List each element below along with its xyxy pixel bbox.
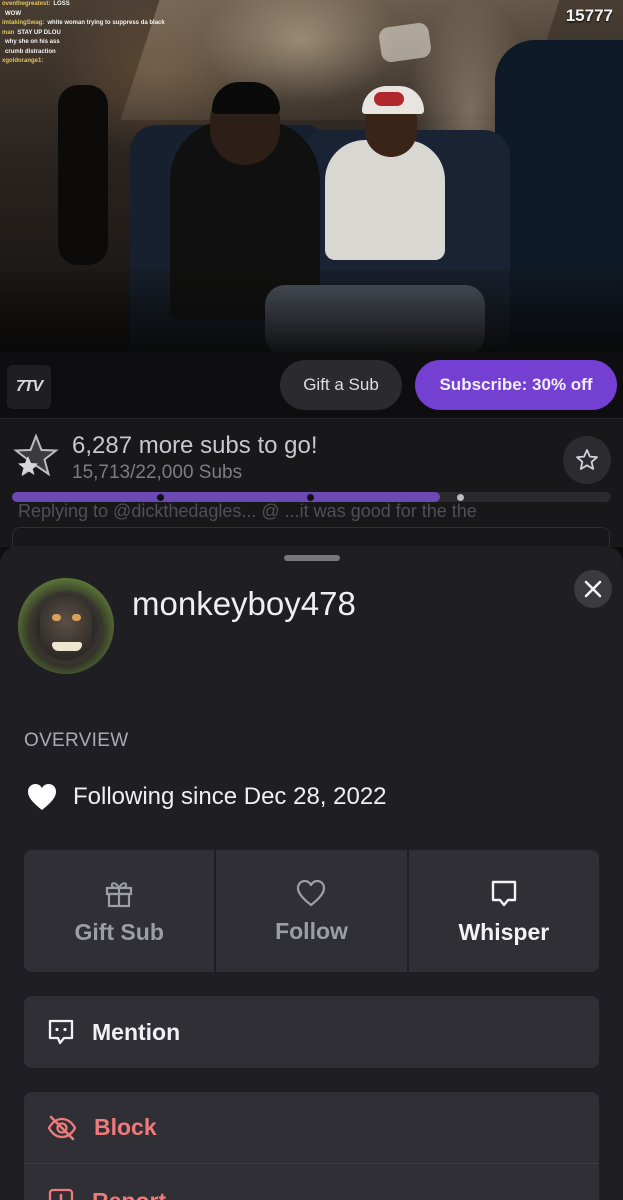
video-person-right	[325, 140, 445, 260]
following-since-text: Following since Dec 28, 2022	[73, 783, 387, 810]
whisper-icon	[491, 880, 517, 906]
mention-label: Mention	[92, 1018, 181, 1045]
chat-line: oventhegreatest: LOSS	[2, 0, 192, 10]
sub-goal-star-icon	[13, 433, 59, 477]
viewer-count: 15777	[565, 6, 613, 25]
avatar-teeth	[52, 642, 82, 651]
chat-line: man STAY UP DLOU	[2, 29, 192, 39]
follow-label: Follow	[275, 917, 348, 944]
avatar[interactable]	[18, 578, 114, 674]
gift-sub-label: Gift Sub	[74, 918, 164, 945]
chat-overlay: oventhegreatest: LOSS WOW imtakingSwag: wh…	[2, 0, 192, 67]
sub-goal-title: 6,287 more subs to go!	[72, 432, 318, 459]
chat-username: man	[2, 29, 15, 36]
sub-goal-progress-text: 15,713/22,000 Subs	[72, 462, 243, 483]
eye-slash-icon	[47, 1115, 77, 1140]
chat-message: why she on his ass	[5, 39, 60, 45]
sub-goal-milestone	[457, 493, 464, 501]
sub-goal-progress-fill	[12, 492, 440, 502]
follow-button[interactable]: Follow	[216, 850, 407, 972]
avatar-eye	[52, 614, 61, 621]
subscribe-button[interactable]: Subscribe: 30% off	[415, 360, 617, 410]
star-outline-icon	[576, 449, 598, 470]
moderation-actions: Block Report	[24, 1092, 599, 1200]
chat-message: white woman trying to suppress da black	[47, 20, 165, 26]
gift-a-sub-button[interactable]: Gift a Sub	[280, 360, 402, 410]
video-cabin-window	[377, 21, 433, 64]
sub-goal-milestone	[307, 494, 314, 501]
sheet-drag-handle[interactable]	[284, 555, 340, 561]
chat-message: crumb distraction	[5, 48, 56, 55]
profile-actions: Gift Sub Follow Whisper	[24, 850, 599, 972]
report-button[interactable]: Report	[24, 1165, 599, 1200]
block-button[interactable]: Block	[24, 1092, 599, 1164]
overview-heading: OVERVIEW	[24, 730, 129, 751]
sub-goal-favorite-button[interactable]	[563, 436, 611, 484]
block-label: Block	[94, 1114, 157, 1140]
report-label: Report	[92, 1188, 166, 1200]
chat-reply-strip: Replying to @dickthedagles... @ ...it wa…	[0, 503, 623, 547]
video-floor-shadow	[0, 270, 623, 352]
whisper-button[interactable]: Whisper	[408, 850, 599, 972]
extension-7tv-icon[interactable]: 7TV	[7, 365, 51, 409]
sub-goal-milestone	[157, 494, 164, 501]
gift-sub-button[interactable]: Gift Sub	[24, 850, 215, 972]
chat-line: crumb distraction	[2, 48, 192, 58]
chat-line: why she on his ass	[2, 38, 192, 48]
whisper-label: Whisper	[458, 918, 550, 945]
close-button[interactable]	[574, 570, 612, 608]
profile-username: monkeyboy478	[132, 585, 356, 622]
chat-message: STAY UP DLOU	[17, 29, 61, 36]
chat-line: WOW	[2, 10, 192, 20]
close-icon	[584, 580, 602, 598]
chat-line: xgoldorange1:	[2, 57, 192, 67]
video-player[interactable]: oventhegreatest: LOSS WOW imtakingSwag: wh…	[0, 0, 623, 352]
avatar-eye	[72, 614, 81, 621]
chat-username: xgoldorange1:	[2, 58, 44, 64]
chat-message-box	[12, 527, 610, 547]
gift-icon	[106, 881, 133, 907]
video-person-background	[58, 85, 108, 265]
heart-outline-icon	[297, 879, 326, 906]
mention-button[interactable]: Mention	[24, 996, 599, 1068]
chat-message: WOW	[5, 10, 21, 17]
mention-chat-icon	[48, 1019, 74, 1045]
chat-username: imtakingSwag:	[2, 20, 45, 26]
report-icon	[48, 1188, 74, 1200]
chat-username: oventhegreatest:	[2, 1, 51, 7]
sub-goal-progress-bar	[12, 492, 611, 502]
chat-line: imtakingSwag: white woman trying to suppr…	[2, 19, 192, 29]
heart-filled-icon	[28, 784, 56, 810]
chat-message: LOSS	[53, 1, 70, 7]
chat-reply-preview: Replying to @dickthedagles... @ ...it wa…	[18, 503, 477, 521]
